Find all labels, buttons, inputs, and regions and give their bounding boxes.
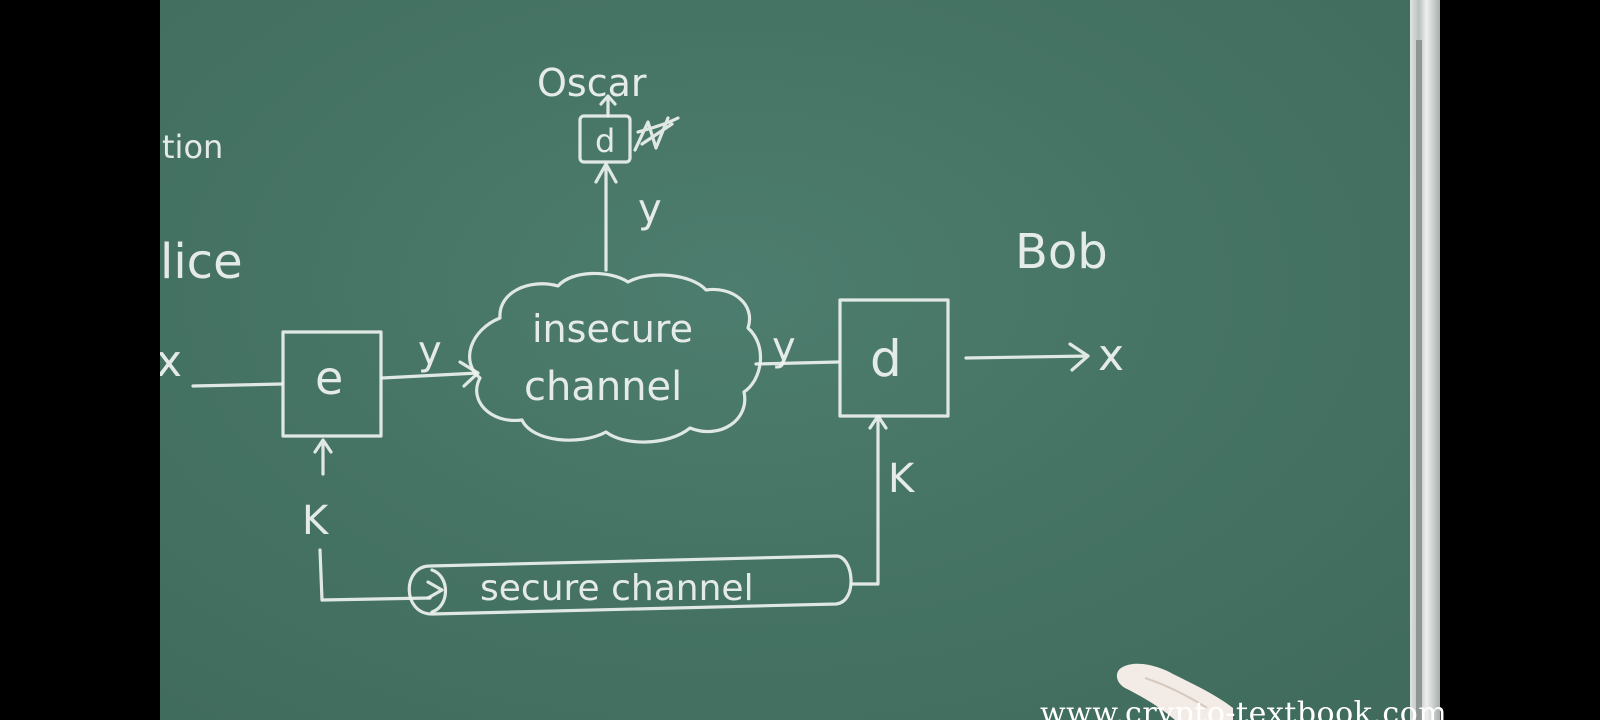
plaintext-input-x: x	[160, 336, 182, 387]
oscar-box-label: d	[595, 122, 615, 160]
output-arrow	[964, 342, 1090, 372]
key-arrow-right	[850, 414, 888, 586]
encryption-box-label: e	[315, 351, 343, 405]
ciphertext-y-right: y	[772, 324, 796, 370]
key-label-left: K	[302, 498, 330, 544]
chalk-diagram: tion lice Bob Oscar x e y insecure chann…	[160, 61, 1124, 616]
plaintext-output-x: x	[1098, 330, 1124, 381]
input-line	[191, 382, 284, 388]
cipher-line-right	[754, 360, 840, 366]
partial-word-label: tion	[162, 128, 223, 166]
chalkboard: tion lice Bob Oscar x e y insecure chann…	[160, 0, 1440, 720]
oscar-label: Oscar	[537, 61, 647, 105]
eavesdrop-arrow	[594, 162, 618, 272]
decryption-box-label: d	[870, 330, 902, 388]
ciphertext-y-left: y	[418, 328, 442, 374]
secure-channel-label: secure channel	[480, 568, 754, 609]
source-watermark: www.crypto-textbook.com	[1040, 696, 1448, 720]
insecure-channel-cloud	[468, 271, 763, 444]
insecure-channel-label-line2: channel	[524, 364, 682, 410]
alice-label: lice	[160, 234, 243, 290]
scribbled-key	[633, 116, 680, 152]
ciphertext-y-top: y	[638, 186, 662, 232]
key-label-right: K	[888, 456, 916, 502]
insecure-channel-label-line1: insecure	[532, 307, 693, 351]
key-arrow-left	[313, 438, 333, 476]
video-frame: tion lice Bob Oscar x e y insecure chann…	[0, 0, 1600, 720]
board-frame-edge	[1410, 0, 1440, 720]
bob-label: Bob	[1015, 224, 1108, 280]
secure-channel-arrowhead	[426, 580, 444, 600]
